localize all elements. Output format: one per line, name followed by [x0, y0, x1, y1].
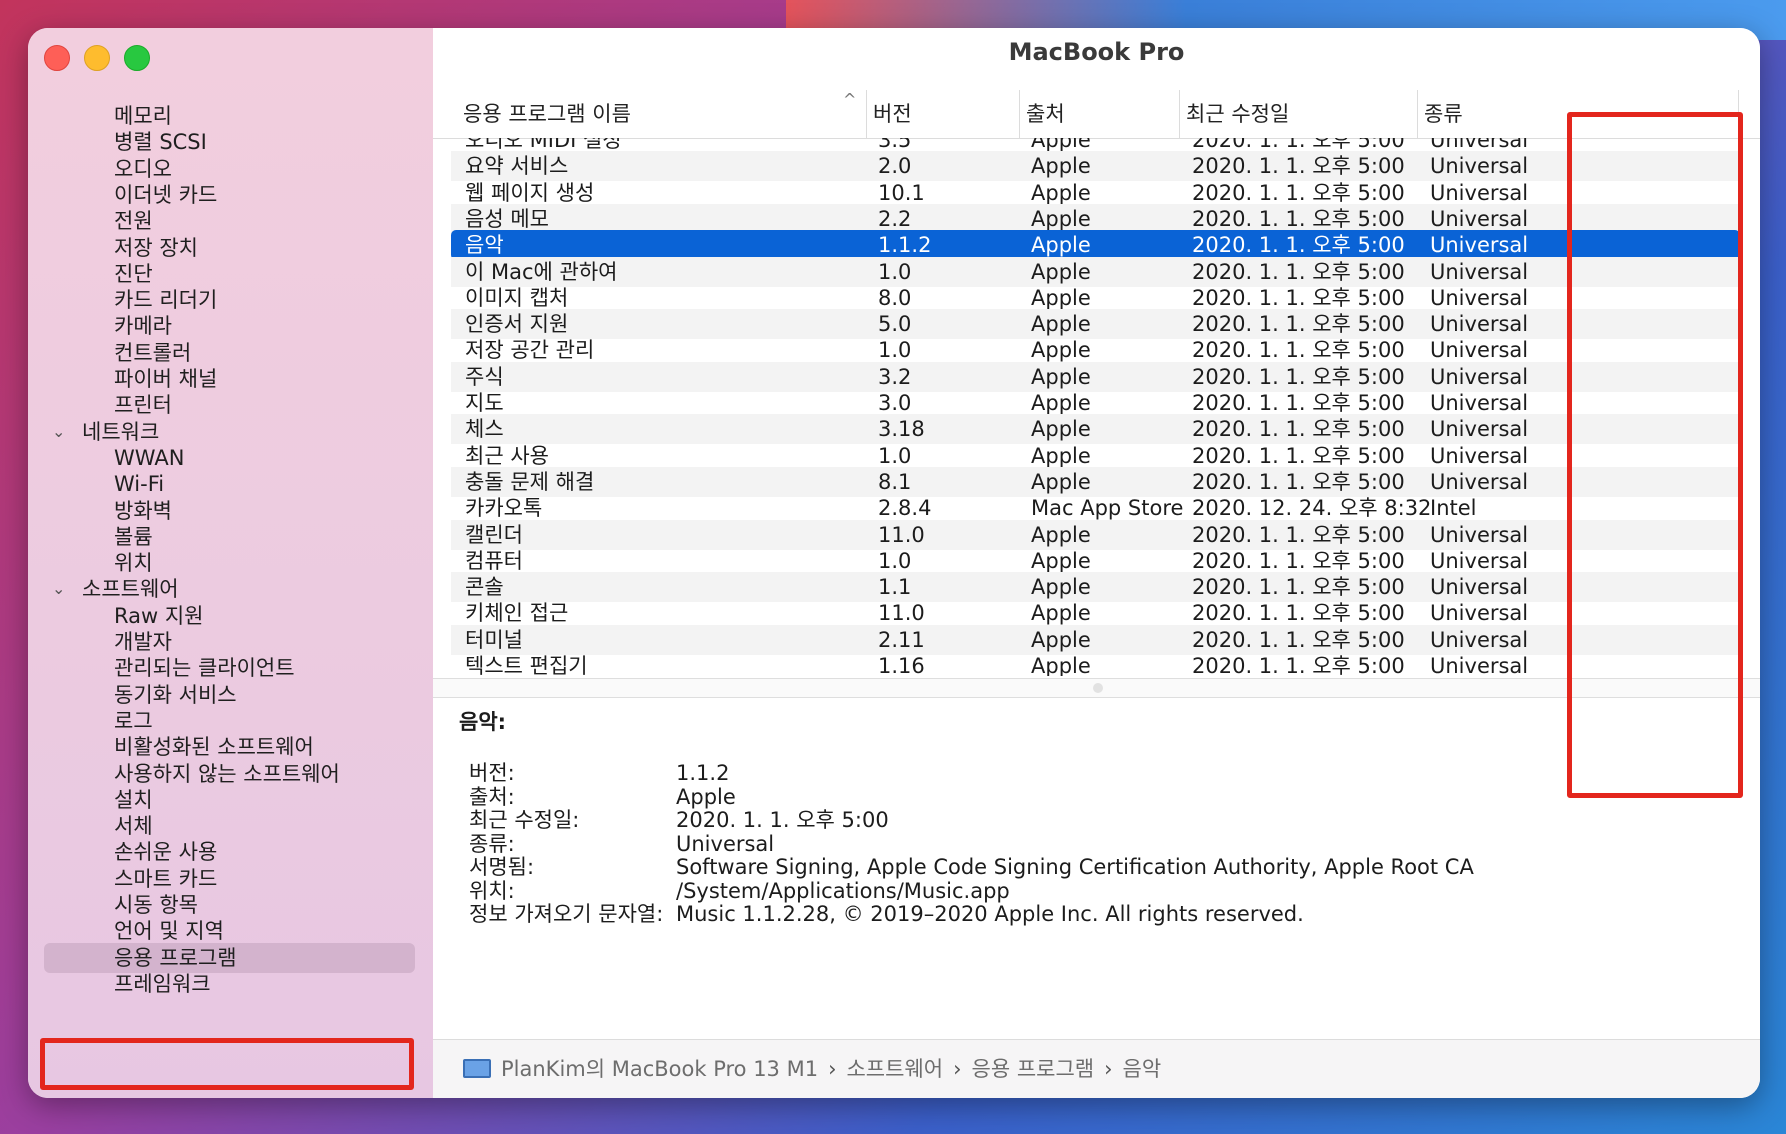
details-value: Music 1.1.2.28, © 2019–2020 Apple Inc. A… — [676, 902, 1304, 926]
chevron-right-icon: › — [828, 1057, 837, 1081]
cell-version: 1.16 — [878, 654, 925, 676]
close-button[interactable] — [44, 45, 70, 71]
cell-kind: Universal — [1430, 654, 1529, 676]
breadcrumb-item-computer[interactable]: PlanKim의 MacBook Pro 13 M1 — [501, 1057, 818, 1081]
sidebar-item-label: 비활성화된 소프트웨어 — [114, 735, 314, 760]
details-key: 정보 가져오기 문자열: — [469, 902, 664, 926]
sidebar-item-label: 프린터 — [114, 393, 172, 418]
details-value: Software Signing, Apple Code Signing Cer… — [676, 855, 1474, 879]
sidebar-item-label: 오디오 — [114, 156, 172, 181]
split-divider[interactable] — [433, 678, 1760, 698]
breadcrumb-item-applications[interactable]: 응용 프로그램 — [972, 1057, 1095, 1081]
sidebar-item-label: 언어 및 지역 — [114, 919, 224, 944]
sidebar-item-label: 로그 — [114, 708, 153, 733]
details-field: 종류: Universal — [469, 831, 774, 857]
sidebar-item-label: 프레임워크 — [114, 971, 211, 996]
details-key: 서명됨: — [469, 855, 535, 879]
sidebar-item-label: 서체 — [114, 814, 153, 839]
details-value: 1.1.2 — [676, 761, 730, 785]
details-field: 정보 가져오기 문자열: Music 1.1.2.28, © 2019–2020 … — [469, 901, 1304, 927]
sidebar-item-label: Raw 지원 — [114, 603, 204, 628]
sidebar-item-label: 병렬 SCSI — [114, 130, 207, 155]
details-field: 버전: 1.1.2 — [469, 760, 729, 786]
sidebar-item-label: Wi-Fi — [114, 472, 165, 497]
column-header-source[interactable]: 출처 — [1019, 90, 1176, 138]
sidebar-item-label: 손쉬운 사용 — [114, 840, 218, 865]
details-value: 2020. 1. 1. 오후 5:00 — [676, 808, 889, 832]
highlight-box-sidebar — [40, 1038, 414, 1090]
details-field: 출처: Apple — [469, 784, 736, 810]
details-key: 버전: — [469, 761, 515, 785]
sidebar-item-label: 네트워크 — [82, 419, 160, 444]
details-pane: 음악: 버전: 1.1.2 출처: Apple 최근 수정일: 2020. 1. 1. 오… — [433, 696, 1760, 986]
window-controls — [44, 45, 150, 71]
details-field: 위치: /System/Applications/Music.app — [469, 878, 1010, 904]
sidebar-item-label: 메모리 — [114, 104, 172, 128]
sidebar-item[interactable]: 프레임워크 — [28, 969, 433, 999]
sort-ascending-icon[interactable]: ^ — [843, 90, 856, 109]
sidebar-item-label: 소프트웨어 — [82, 577, 179, 602]
breadcrumb-item-software[interactable]: 소프트웨어 — [846, 1057, 943, 1081]
window-title: MacBook Pro — [1008, 38, 1185, 66]
column-header-kind[interactable]: 종류 — [1417, 90, 1574, 138]
table-header: 응용 프로그램 이름 ^ 버전 출처 최근 수정일 종류 — [433, 90, 1760, 139]
sidebar: 메모리 병렬 SCSI 오디오 이더넷 카드 전원 저장 장치 진단 카드 리더기 카메라 컨트롤… — [28, 28, 433, 1098]
chevron-right-icon: › — [953, 1057, 962, 1081]
applications-table: 오디오 MIDI 설정 3.5 Apple 2020. 1. 1. 오후 5:00 Un… — [433, 138, 1760, 676]
sidebar-item-label: 스마트 카드 — [114, 866, 218, 891]
sidebar-item-label: 파이버 채널 — [114, 367, 218, 391]
sidebar-item-label: 개발자 — [114, 630, 172, 654]
sidebar-item-label: 응용 프로그램 — [114, 945, 237, 970]
column-header-version[interactable]: 버전 — [866, 90, 1013, 138]
sidebar-item-label: 저장 장치 — [114, 235, 198, 260]
breadcrumb-item-music[interactable]: 음악 — [1123, 1057, 1162, 1081]
minimize-button[interactable] — [84, 45, 110, 71]
zoom-button[interactable] — [124, 45, 150, 71]
status-bar: PlanKim의 MacBook Pro 13 M1 › 소프트웨어 › 응용 프로그램… — [433, 1039, 1760, 1098]
main-pane: MacBook Pro 응용 프로그램 이름 ^ 버전 출처 최근 수정일 종류… — [433, 28, 1760, 1098]
sidebar-item-label: 동기화 서비스 — [114, 682, 237, 707]
sidebar-item-label: 사용하지 않는 소프트웨어 — [114, 761, 340, 786]
divider-handle-icon[interactable] — [1093, 683, 1103, 693]
breadcrumb: PlanKim의 MacBook Pro 13 M1 › 소프트웨어 › 응용 프로그램… — [463, 1040, 1161, 1098]
details-value: Universal — [676, 831, 775, 856]
details-key: 출처: — [469, 784, 515, 809]
details-value: /System/Applications/Music.app — [676, 878, 1010, 903]
details-field: 서명됨: Software Signing, Apple Code Signing… — [469, 854, 1474, 880]
column-header-name[interactable]: 응용 프로그램 이름 — [463, 90, 843, 138]
details-value: Apple — [676, 784, 736, 809]
sidebar-item-label: 볼륨 — [114, 524, 153, 549]
chevron-right-icon: › — [1104, 1057, 1113, 1081]
sidebar-item-label: 카드 리더기 — [114, 288, 218, 313]
sidebar-item-label: 진단 — [114, 261, 153, 286]
table-row[interactable]: 텍스트 편집기 1.16 Apple 2020. 1. 1. 오후 5:00 Unive… — [451, 651, 1740, 676]
sidebar-item-label: 설치 — [114, 787, 153, 812]
sidebar-item-label: 이더넷 카드 — [114, 182, 218, 207]
system-information-window: 메모리 병렬 SCSI 오디오 이더넷 카드 전원 저장 장치 진단 카드 리더기 카메라 컨트롤… — [28, 28, 1760, 1098]
sidebar-item-label: 관리되는 클라이언트 — [114, 656, 295, 681]
column-header-modified[interactable]: 최근 수정일 — [1179, 90, 1406, 138]
cell-source: Apple — [1031, 654, 1091, 676]
sidebar-item-label: 위치 — [114, 551, 153, 576]
details-field: 최근 수정일: 2020. 1. 1. 오후 5:00 — [469, 807, 889, 833]
sidebar-item-label: 카메라 — [114, 314, 172, 339]
highlight-box-kind-column — [1567, 112, 1743, 798]
details-title: 음악: — [459, 710, 507, 734]
laptop-icon — [463, 1058, 491, 1078]
cell-name: 텍스트 편집기 — [465, 654, 588, 676]
sidebar-item-label: 컨트롤러 — [114, 340, 192, 365]
details-key: 종류: — [469, 831, 515, 856]
sidebar-item-label: 방화벽 — [114, 498, 172, 523]
details-key: 최근 수정일: — [469, 808, 580, 832]
sidebar-item-label: 전원 — [114, 209, 153, 234]
sidebar-item-label: 시동 항목 — [114, 893, 198, 917]
sidebar-item-label: WWAN — [114, 445, 185, 470]
cell-modified: 2020. 1. 1. 오후 5:00 — [1192, 654, 1405, 676]
details-key: 위치: — [469, 878, 515, 903]
